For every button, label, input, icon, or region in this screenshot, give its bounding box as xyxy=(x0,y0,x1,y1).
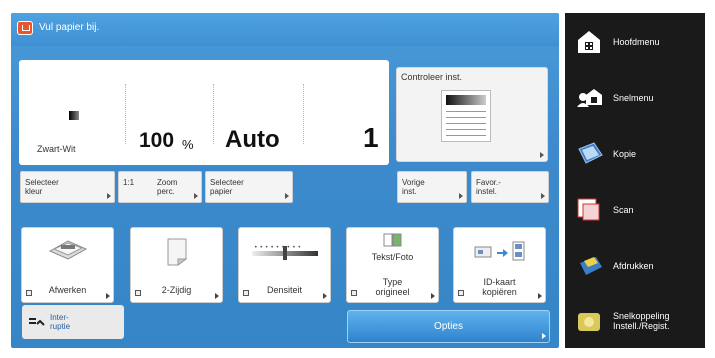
two-sided-button[interactable]: 2-Zijdig xyxy=(130,227,223,303)
chevron-right-icon xyxy=(107,193,111,199)
chevron-right-icon xyxy=(431,293,435,299)
side-item-scan[interactable]: Scan xyxy=(565,183,705,238)
chevron-right-icon xyxy=(538,293,542,299)
zoom-unit: % xyxy=(182,137,194,152)
text-photo-icon xyxy=(347,233,438,249)
favorite-settings-button[interactable]: Favor.- instel. xyxy=(471,171,549,203)
zoom-button[interactable]: 1:1 Zoom perc. xyxy=(118,171,202,203)
id-card-icon xyxy=(454,240,545,262)
chevron-right-icon xyxy=(106,293,110,299)
zoom-value: 100 xyxy=(139,129,175,152)
side-item-shortcut-settings[interactable]: Snelkoppeling Instell./Regist. xyxy=(565,295,705,350)
check-settings-button[interactable]: Controleer inst. xyxy=(396,67,548,162)
check-settings-label: Controleer inst. xyxy=(401,72,463,82)
id-card-copy-button[interactable]: ID-kaart kopiëren xyxy=(453,227,546,303)
side-item-main-menu[interactable]: Hoofdmenu xyxy=(565,15,705,70)
side-menu: Hoofdmenu Snelmenu Kopie Scan Afdrukken … xyxy=(565,13,705,348)
status-message: Vul papier bij. xyxy=(39,22,100,33)
chevron-right-icon xyxy=(194,193,198,199)
finishing-button[interactable]: Afwerken xyxy=(21,227,114,303)
home-icon xyxy=(576,29,602,55)
paper-value: Auto xyxy=(225,126,280,153)
chevron-right-icon xyxy=(540,152,544,158)
options-button[interactable]: Opties xyxy=(347,310,550,343)
scan-icon xyxy=(576,197,602,223)
quick-menu-icon xyxy=(576,85,602,111)
select-color-button[interactable]: Selecteer kleur xyxy=(20,171,115,203)
document-preview-icon xyxy=(441,90,491,142)
interrupt-icon xyxy=(28,313,46,329)
print-icon xyxy=(576,253,602,279)
original-type-button[interactable]: Tekst/Foto Type origineel xyxy=(346,227,439,303)
two-sided-icon xyxy=(131,237,222,267)
color-mode-label: Zwart-Wit xyxy=(37,144,76,154)
svg-text:• • • • • • • • •: • • • • • • • • • xyxy=(254,244,301,251)
chevron-right-icon xyxy=(541,193,545,199)
copies-count: 1 xyxy=(363,122,379,153)
side-item-quick-menu[interactable]: Snelmenu xyxy=(565,71,705,126)
side-item-print[interactable]: Afdrukken xyxy=(565,239,705,294)
shortcut-icon xyxy=(576,309,602,335)
status-bar: Vul papier bij. xyxy=(11,13,559,46)
stapler-icon xyxy=(22,237,113,263)
color-mode-icon xyxy=(69,111,79,120)
side-item-copy[interactable]: Kopie xyxy=(565,127,705,182)
density-button[interactable]: • • • • • • • • • Densiteit xyxy=(238,227,331,303)
chevron-right-icon xyxy=(285,193,289,199)
copy-panel: Vul papier bij. Zwart-Wit 100 % Auto 1 C… xyxy=(11,13,559,348)
chevron-right-icon xyxy=(542,333,546,339)
copy-icon xyxy=(576,141,603,167)
chevron-right-icon xyxy=(459,193,463,199)
chevron-right-icon xyxy=(215,293,219,299)
current-settings: Zwart-Wit 100 % Auto 1 xyxy=(19,60,389,165)
previous-settings-button[interactable]: Vorige inst. xyxy=(397,171,467,203)
select-paper-button[interactable]: Selecteer papier xyxy=(205,171,293,203)
chevron-right-icon xyxy=(323,293,327,299)
paper-warning-icon xyxy=(17,21,33,35)
density-slider-icon: • • • • • • • • • xyxy=(239,242,330,262)
interrupt-button[interactable]: Inter-ruptie xyxy=(22,305,124,339)
